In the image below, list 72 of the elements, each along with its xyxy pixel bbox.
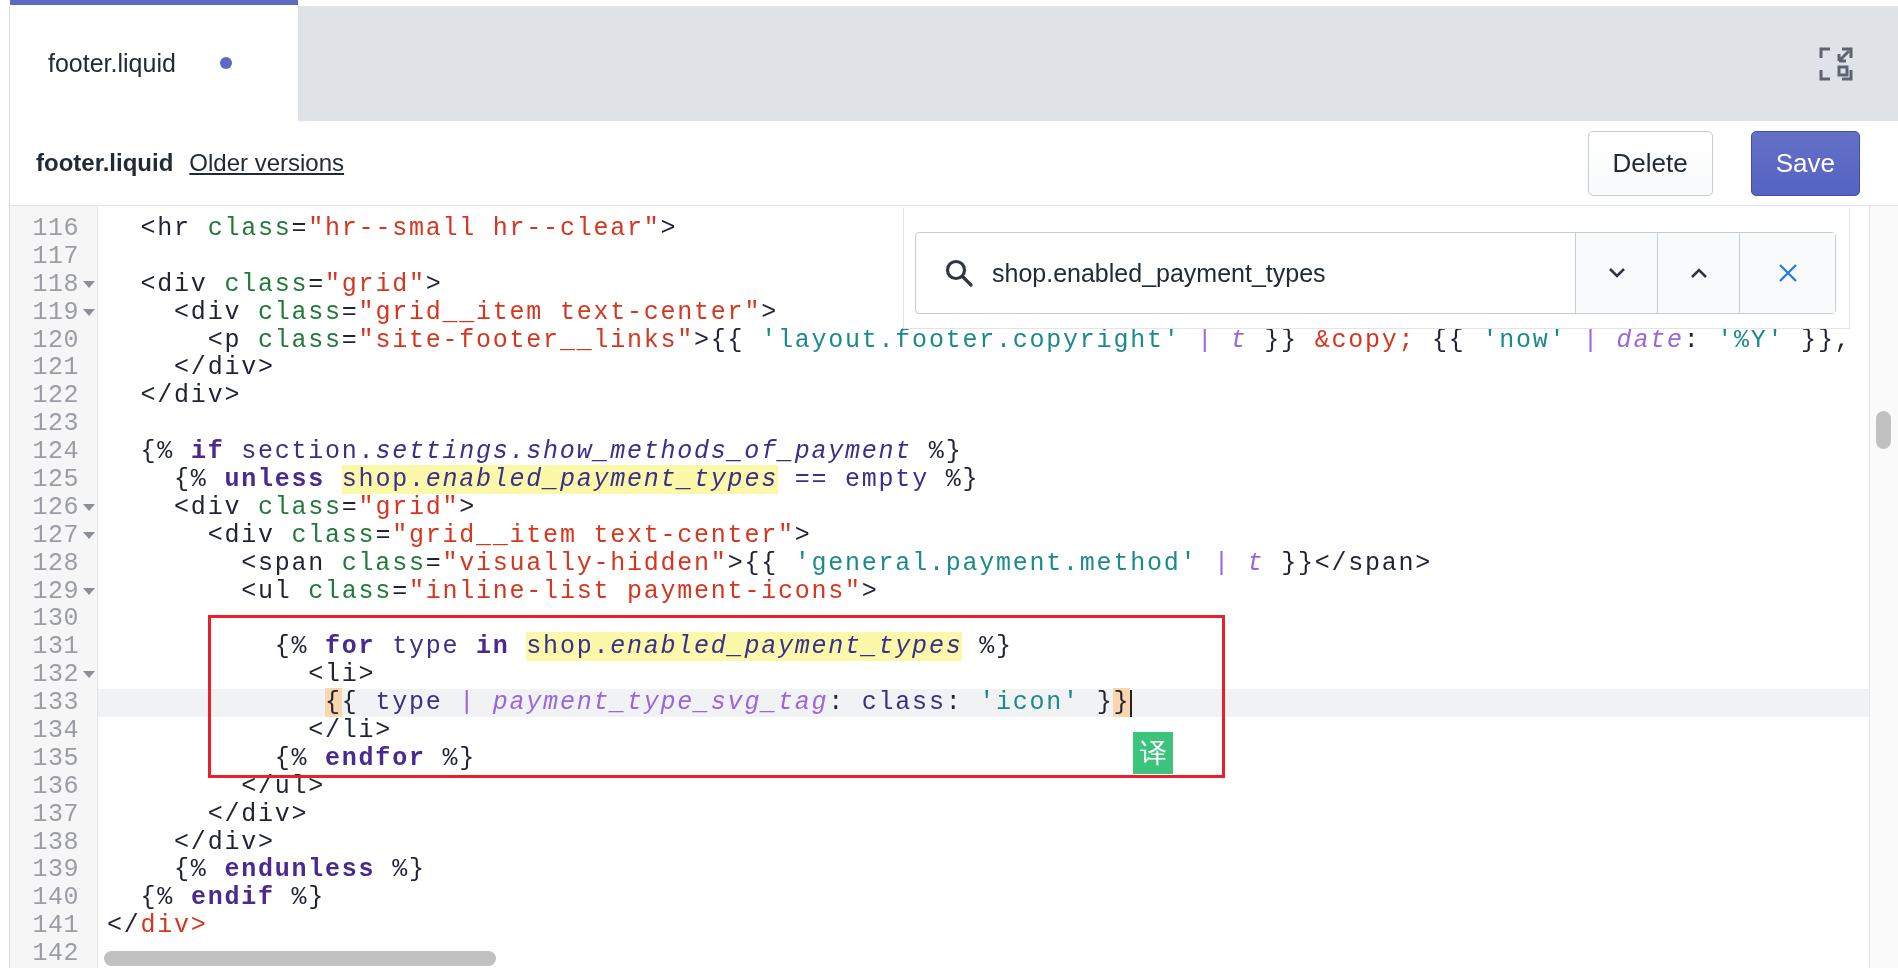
vertical-scrollbar-thumb[interactable] xyxy=(1876,411,1891,449)
close-button[interactable] xyxy=(1739,233,1835,313)
chevron-down-icon xyxy=(1607,267,1626,279)
line-number: 122 xyxy=(32,382,79,411)
line-number: 139 xyxy=(32,856,79,885)
line-number: 128 xyxy=(32,549,79,578)
older-versions-link[interactable]: Older versions xyxy=(189,149,345,177)
collapse-icon[interactable] xyxy=(1818,45,1854,82)
chevron-up-icon xyxy=(1689,267,1708,279)
line-number: 134 xyxy=(32,717,79,745)
fold-arrow-icon[interactable] xyxy=(82,671,95,680)
file-name: footer.liquid xyxy=(36,149,174,177)
line-number: 132 xyxy=(32,661,79,690)
fold-arrow-icon[interactable] xyxy=(82,503,95,512)
line-number: 117 xyxy=(32,242,79,271)
fold-arrow-icon[interactable] xyxy=(82,587,95,596)
code-text: <div class="grid__item text-center"> xyxy=(206,521,812,550)
line-number: 121 xyxy=(32,354,79,383)
line-number: 129 xyxy=(32,577,79,606)
search-icon xyxy=(944,258,974,288)
code-text: <hr class="hr--small hr--clear"> xyxy=(139,215,678,243)
line-number: 130 xyxy=(32,605,79,634)
code-text: </li> xyxy=(307,717,393,745)
line-number: 136 xyxy=(32,772,79,801)
code-text: {% for type in shop.enabled_payment_types %} xyxy=(273,633,1013,662)
next-match-button[interactable] xyxy=(1575,233,1657,313)
delete-button[interactable]: Delete xyxy=(1587,130,1713,196)
line-number: 140 xyxy=(32,884,79,913)
save-button[interactable]: Save xyxy=(1750,130,1860,196)
fold-arrow-icon[interactable] xyxy=(82,531,95,540)
code-text: </div> xyxy=(206,800,309,829)
line-number: 119 xyxy=(32,298,79,327)
line-number: 133 xyxy=(32,689,79,718)
line-number: 124 xyxy=(32,438,79,467)
tab-label: footer.liquid xyxy=(48,48,176,78)
line-number: 131 xyxy=(32,633,79,662)
search-value: shop.enabled_payment_types xyxy=(992,258,1326,288)
line-number: 142 xyxy=(32,940,79,968)
code-text: <ul class="inline-list payment-icons"> xyxy=(240,577,879,606)
code-text: <div class="grid"> xyxy=(139,270,443,299)
code-text: </div> xyxy=(139,382,242,411)
line-number: 135 xyxy=(32,744,79,773)
code-text: {% endif %} xyxy=(139,884,326,913)
fold-arrow-icon[interactable] xyxy=(82,280,95,289)
line-number: 137 xyxy=(32,800,79,829)
close-icon xyxy=(1777,263,1798,283)
line-number: 123 xyxy=(32,410,79,439)
line-number: 141 xyxy=(32,912,79,941)
code-text: {% unless shop.enabled_payment_types == empty %} xyxy=(173,466,980,494)
code-text: <div class="grid__item text-center"> xyxy=(173,298,778,327)
code-text: {{ type | payment_type_svg_tag: class: 'icon' }} xyxy=(324,689,1131,718)
line-number: 118 xyxy=(32,270,79,299)
line-number: 138 xyxy=(32,828,79,857)
code-text: <div class="grid"> xyxy=(173,493,477,522)
fold-arrow-icon[interactable] xyxy=(82,308,95,317)
search-field[interactable]: shop.enabled_payment_types xyxy=(915,232,1836,314)
code-text: {% endfor %} xyxy=(273,744,476,773)
horizontal-scrollbar-thumb[interactable] xyxy=(104,951,496,966)
previous-match-button[interactable] xyxy=(1657,233,1739,313)
file-tab[interactable]: footer.liquid xyxy=(10,0,298,121)
code-text: <li> xyxy=(307,661,376,690)
code-text: </div> xyxy=(173,354,275,383)
line-number: 125 xyxy=(32,466,79,494)
line-number: 127 xyxy=(32,521,79,550)
line-number: 116 xyxy=(32,215,79,243)
line-number: 126 xyxy=(32,493,79,522)
code-text: {% if section.settings.show_methods_of_payment %} xyxy=(139,438,963,467)
code-text: </div> xyxy=(173,828,275,857)
code-text: </div> xyxy=(107,912,208,941)
code-text: <span class="visually-hidden">{{ 'general.payment.method' | t }}</span> xyxy=(240,549,1433,578)
line-number: 120 xyxy=(32,326,79,355)
code-text: {% endunless %} xyxy=(173,856,426,885)
